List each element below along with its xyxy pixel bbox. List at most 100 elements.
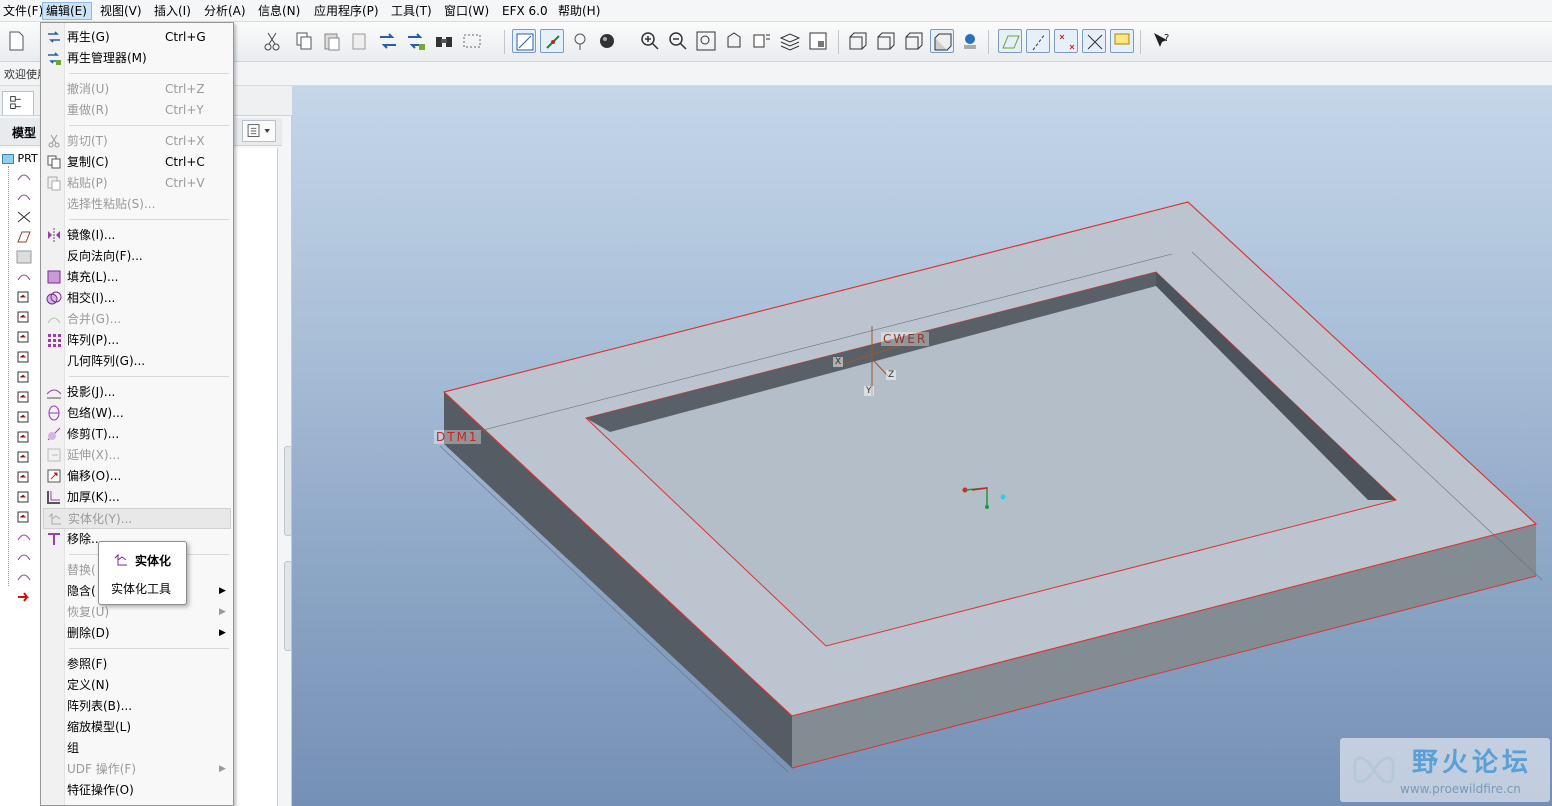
- menu-item-regen-manager[interactable]: 再生管理器(M): [43, 48, 231, 69]
- menu-efx[interactable]: EFX 6.0: [499, 2, 551, 20]
- cut-icon[interactable]: [260, 29, 284, 53]
- feature-tree-icon[interactable]: [16, 510, 32, 524]
- sketch-tree-icon[interactable]: [16, 250, 32, 264]
- menu-item-regenerate[interactable]: 再生(G) Ctrl+G: [43, 27, 231, 48]
- menu-item-scale-model[interactable]: 缩放模型(L): [43, 717, 231, 738]
- menu-item-thicken[interactable]: 加厚(K)...: [43, 487, 231, 508]
- csys-icon[interactable]: [1082, 29, 1106, 53]
- wireframe-icon[interactable]: [846, 29, 870, 53]
- tree-node-icon[interactable]: [16, 170, 32, 184]
- shade-sphere-icon[interactable]: [596, 29, 620, 53]
- feature-tree-icon[interactable]: [16, 310, 32, 324]
- menu-tools[interactable]: 工具(T): [388, 2, 435, 20]
- menu-item-intersect[interactable]: 相交(I)...: [43, 288, 231, 309]
- tree-node-icon[interactable]: [16, 190, 32, 204]
- feature-tree-icon[interactable]: [16, 370, 32, 384]
- menu-item-geometry-pattern[interactable]: 几何阵列(G)...: [43, 351, 231, 372]
- feature-tree-icon[interactable]: [16, 410, 32, 424]
- tree-node-icon[interactable]: [16, 550, 32, 564]
- menu-applications[interactable]: 应用程序(P): [311, 2, 382, 20]
- regenerate-icon[interactable]: [376, 29, 400, 53]
- menu-item-trim[interactable]: 修剪(T)...: [43, 424, 231, 445]
- menu-item-paste-special[interactable]: 选择性粘贴(S)...: [43, 194, 231, 215]
- csys-tree-icon[interactable]: [16, 210, 32, 224]
- menu-view[interactable]: 视图(V): [97, 2, 145, 20]
- datum-plane-tree-icon[interactable]: [16, 230, 32, 244]
- menu-window[interactable]: 窗口(W): [441, 2, 492, 20]
- panel-splitter-handle[interactable]: [284, 561, 292, 651]
- menu-item-definition[interactable]: 定义(N): [43, 675, 231, 696]
- datum-axes-icon[interactable]: [1026, 29, 1050, 53]
- menu-item-feature-ops[interactable]: 特征操作(O): [43, 780, 231, 801]
- feature-tree-icon[interactable]: [16, 350, 32, 364]
- spin-center-icon[interactable]: [540, 29, 564, 53]
- menu-info[interactable]: 信息(N): [255, 2, 303, 20]
- menu-insert[interactable]: 插入(I): [151, 2, 194, 20]
- menu-item-wrap[interactable]: 包络(W)...: [43, 403, 231, 424]
- menu-item-solidify[interactable]: 实体化(Y)...: [43, 508, 231, 529]
- datum-points-icon[interactable]: [1054, 29, 1078, 53]
- new-file-icon[interactable]: [4, 29, 28, 53]
- paste-icon[interactable]: [320, 29, 344, 53]
- model-display-icon[interactable]: [958, 29, 982, 53]
- menu-item-paste[interactable]: 粘贴(P) Ctrl+V: [43, 173, 231, 194]
- menu-edit[interactable]: 编辑(E): [42, 2, 92, 20]
- graphics-window[interactable]: CWER DTM1 X Y Z: [292, 86, 1552, 806]
- tree-settings-dropdown[interactable]: [242, 120, 276, 142]
- menu-file[interactable]: 文件(F): [0, 2, 46, 20]
- hidden-line-icon[interactable]: [874, 29, 898, 53]
- annotations-icon[interactable]: [1110, 29, 1134, 53]
- menu-item-pattern[interactable]: 阵列(P)...: [43, 330, 231, 351]
- menu-item-redo[interactable]: 重做(R) Ctrl+Y: [43, 100, 231, 121]
- datum-planes-icon[interactable]: [998, 29, 1022, 53]
- feature-tree-icon[interactable]: [16, 330, 32, 344]
- saved-views-icon[interactable]: [750, 29, 774, 53]
- menu-item-fill[interactable]: 填充(L)...: [43, 267, 231, 288]
- menu-help[interactable]: 帮助(H): [555, 2, 603, 20]
- paste-special-icon[interactable]: [348, 29, 372, 53]
- menu-item-offset[interactable]: 偏移(O)...: [43, 466, 231, 487]
- shading-icon[interactable]: [930, 29, 954, 53]
- feature-tree-icon[interactable]: [16, 290, 32, 304]
- regen-manager-icon[interactable]: [404, 29, 428, 53]
- zoom-out-icon[interactable]: [666, 29, 690, 53]
- menu-item-mirror[interactable]: 镜像(I)...: [43, 225, 231, 246]
- menu-item-project[interactable]: 投影(J)...: [43, 382, 231, 403]
- tree-node-icon[interactable]: [16, 570, 32, 584]
- panel-splitter-handle[interactable]: [284, 446, 292, 536]
- menu-item-group[interactable]: 组: [43, 738, 231, 759]
- menu-item-copy[interactable]: 复制(C) Ctrl+C: [43, 152, 231, 173]
- context-help-icon[interactable]: ?: [1150, 29, 1174, 53]
- tree-root[interactable]: PRT: [2, 152, 38, 165]
- feature-tree-icon[interactable]: [16, 470, 32, 484]
- orient-view-icon[interactable]: [722, 29, 746, 53]
- orient-icon[interactable]: [568, 29, 592, 53]
- menu-item-undo[interactable]: 撤消(U) Ctrl+Z: [43, 79, 231, 100]
- select-box-icon[interactable]: [460, 29, 484, 53]
- insert-here-icon[interactable]: [16, 590, 32, 604]
- no-hidden-icon[interactable]: [902, 29, 926, 53]
- menu-item-references[interactable]: 参照(F): [43, 654, 231, 675]
- zoom-in-icon[interactable]: [638, 29, 662, 53]
- menu-analysis[interactable]: 分析(A): [201, 2, 249, 20]
- menu-item-resume[interactable]: 恢复(U) ▶: [43, 602, 231, 623]
- feature-tree-icon[interactable]: [16, 430, 32, 444]
- menu-item-extend[interactable]: 延伸(X)...: [43, 445, 231, 466]
- menu-item-merge[interactable]: 合并(G)...: [43, 309, 231, 330]
- feature-tree-icon[interactable]: [16, 490, 32, 504]
- menu-item-cut[interactable]: 剪切(T) Ctrl+X: [43, 131, 231, 152]
- find-icon[interactable]: [432, 29, 456, 53]
- menu-item-flip-normal[interactable]: 反向法向(F)...: [43, 246, 231, 267]
- feature-tree-icon[interactable]: [16, 390, 32, 404]
- copy-icon[interactable]: [292, 29, 316, 53]
- feature-tree-icon[interactable]: [16, 450, 32, 464]
- refit-icon[interactable]: [694, 29, 718, 53]
- tree-node-icon[interactable]: [16, 530, 32, 544]
- menu-item-udf-ops[interactable]: UDF 操作(F) ▶: [43, 759, 231, 780]
- model-tree-tab[interactable]: [2, 91, 34, 115]
- tree-node-icon[interactable]: [16, 270, 32, 284]
- menu-item-delete[interactable]: 删除(D) ▶: [43, 623, 231, 644]
- repaint-icon[interactable]: [512, 29, 536, 53]
- menu-item-pattern-table[interactable]: 阵列表(B)...: [43, 696, 231, 717]
- view-manager-icon[interactable]: [806, 29, 830, 53]
